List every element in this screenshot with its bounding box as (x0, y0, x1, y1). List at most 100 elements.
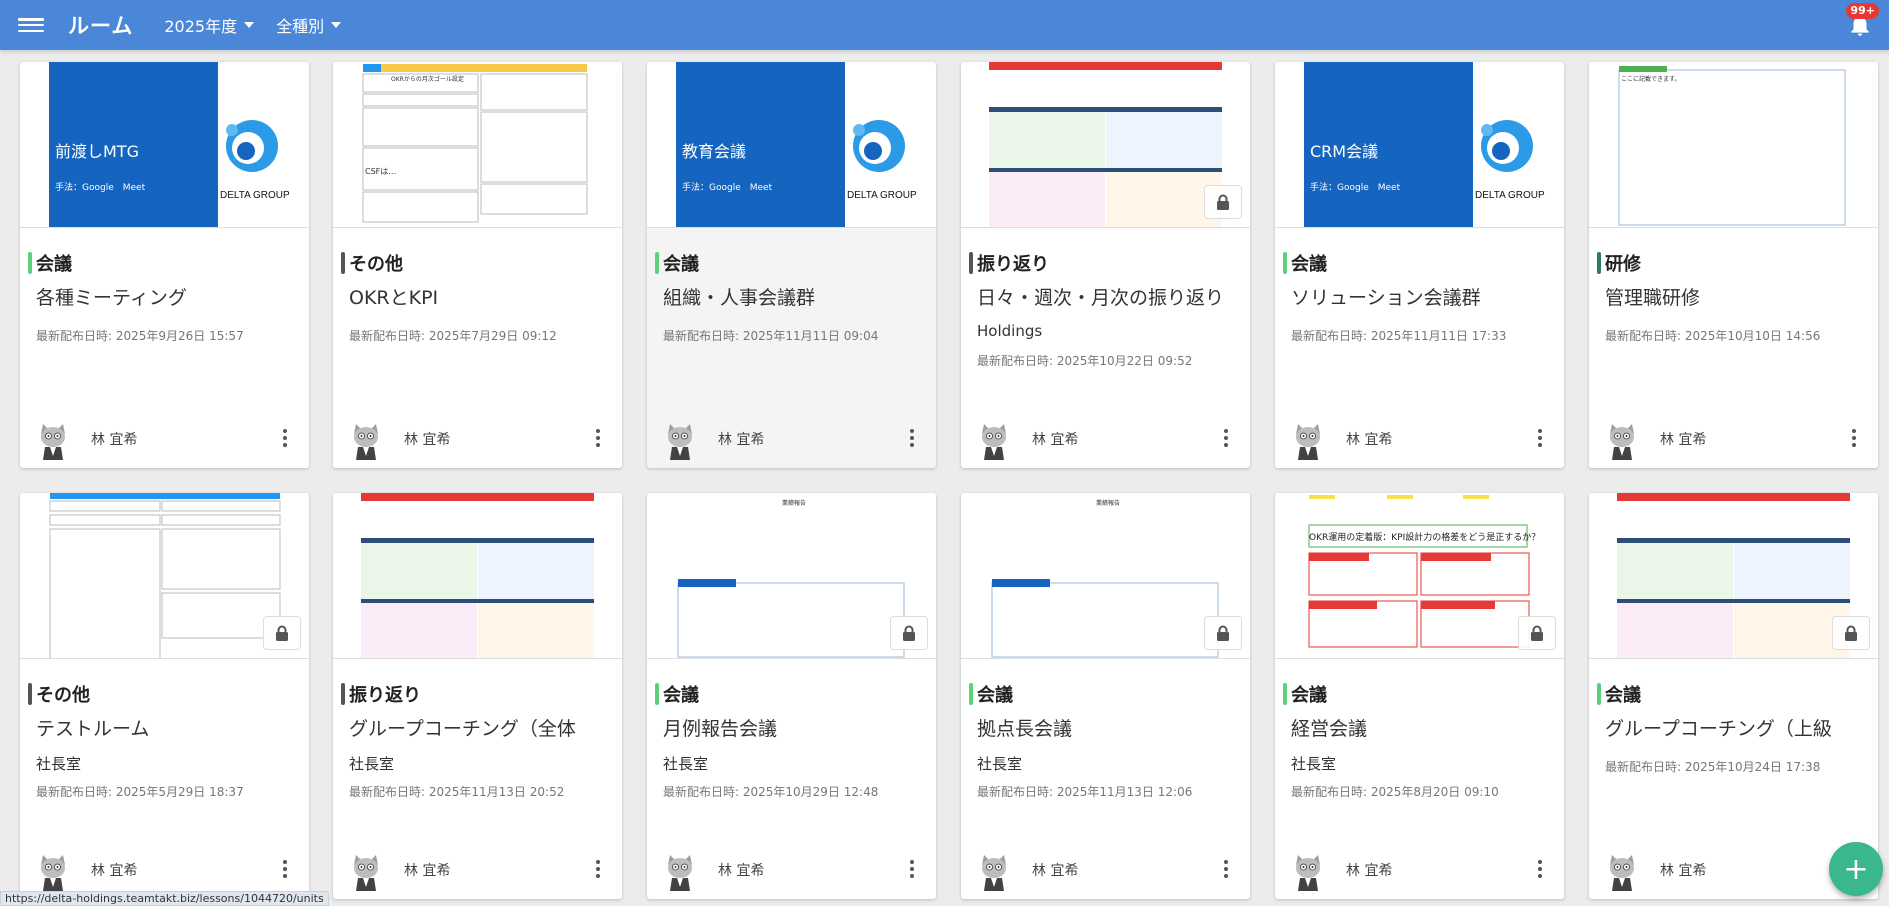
avatar (1296, 855, 1320, 891)
room-card[interactable]: OKR運用の定着版：KPI設計力の格差をどう是正するか？ 会議 経営会議 社長室… (1275, 493, 1564, 899)
avatar (668, 424, 692, 460)
latest-distribution-date: 最新配布日時: 2025年7月29日 09:12 (349, 329, 557, 343)
room-title: 組織・人事会議群 (663, 287, 816, 309)
room-title: 月例報告会議 (663, 718, 778, 740)
category-label: 会議 (655, 250, 699, 276)
category-text: 会議 (663, 685, 699, 706)
room-thumbnail: CRM会議 手法：Google Meet DELTA GROUP (1275, 62, 1564, 228)
category-color-bar (1597, 683, 1601, 705)
category-color-bar (969, 683, 973, 705)
room-title: 各種ミーティング (36, 287, 187, 309)
room-card[interactable]: 振り返り グループコーチング（全体 社長室 最新配布日時: 2025年11月13… (333, 493, 622, 899)
chevron-down-icon (331, 22, 342, 28)
year-filter-dropdown[interactable]: 2025年度 (164, 13, 255, 37)
thumbnail-title: 業績報告 (782, 500, 807, 507)
delta-logo-icon (1481, 120, 1533, 172)
category-label: その他 (28, 681, 90, 707)
room-card[interactable]: OKRからの月次ゴール設定 CSFは… その他 OKRとKPI 最新配布日時: … (333, 62, 622, 468)
room-thumbnail (333, 493, 622, 659)
latest-distribution-date: 最新配布日時: 2025年8月20日 09:10 (1291, 785, 1499, 799)
category-text: 会議 (1605, 685, 1641, 706)
lock-icon (1204, 616, 1242, 650)
more-options-icon[interactable] (1844, 424, 1864, 452)
room-thumbnail: OKR運用の定着版：KPI設計力の格差をどう是正するか？ (1275, 493, 1564, 659)
more-options-icon[interactable] (1216, 424, 1236, 452)
lock-icon (1832, 616, 1870, 650)
owner-name: 林 宜希 (1660, 863, 1707, 879)
kpt-sheet-thumbnail (361, 493, 594, 658)
room-title: 拠点長会議 (977, 718, 1073, 740)
category-label: 会議 (655, 681, 699, 707)
category-color-bar (655, 683, 659, 705)
more-options-icon[interactable] (588, 424, 608, 452)
thumbnail-subtitle: CSFは… (365, 167, 397, 176)
menu-icon[interactable] (18, 15, 44, 35)
more-options-icon[interactable] (275, 855, 295, 883)
logo-text: DELTA GROUP (1475, 190, 1545, 201)
room-card[interactable]: CRM会議 手法：Google Meet DELTA GROUP 会議 ソリュー… (1275, 62, 1564, 468)
thumbnail-subtitle: 手法：Google Meet (1310, 183, 1401, 193)
more-options-icon[interactable] (588, 855, 608, 883)
room-title: 管理職研修 (1605, 287, 1701, 309)
type-filter-dropdown[interactable]: 全種別 (276, 13, 342, 37)
chevron-down-icon (244, 22, 255, 28)
more-options-icon[interactable] (1216, 855, 1236, 883)
latest-distribution-date: 最新配布日時: 2025年11月13日 12:06 (977, 785, 1193, 799)
room-thumbnail: OKRからの月次ゴール設定 CSFは… (333, 62, 622, 228)
category-label: 振り返り (969, 250, 1049, 276)
latest-distribution-date: 最新配布日時: 2025年10月29日 12:48 (663, 785, 879, 799)
latest-distribution-date: 最新配布日時: 2025年10月24日 17:38 (1605, 760, 1821, 774)
latest-distribution-date: 最新配布日時: 2025年9月26日 15:57 (36, 329, 244, 343)
category-label: その他 (341, 250, 403, 276)
owner-name: 林 宜希 (718, 863, 765, 879)
category-label: 会議 (969, 681, 1013, 707)
notification-button[interactable]: 99+ (1846, 3, 1879, 38)
owner-name: 林 宜希 (1032, 432, 1079, 448)
category-color-bar (28, 683, 32, 705)
organization-label: 社長室 (349, 755, 395, 773)
owner-name: 林 宜希 (404, 863, 451, 879)
room-card[interactable]: その他 テストルーム 社長室 最新配布日時: 2025年5月29日 18:37 … (20, 493, 309, 899)
room-card[interactable]: 前渡しMTG 手法：Google Meet DELTA GROUP 会議 各種ミ… (20, 62, 309, 468)
room-title: OKRとKPI (349, 287, 439, 309)
more-options-icon[interactable] (275, 424, 295, 452)
category-text: 振り返り (349, 685, 421, 706)
category-text: 研修 (1605, 254, 1641, 275)
avatar (982, 424, 1006, 460)
page-title: ルーム (68, 14, 134, 38)
room-title: テストルーム (36, 718, 150, 740)
category-text: 振り返り (977, 254, 1049, 275)
room-title: グループコーチング（上級 (1605, 718, 1832, 740)
owner-name: 林 宜希 (1346, 432, 1393, 448)
room-thumbnail: 業績報告 (961, 493, 1250, 659)
add-room-button[interactable]: + (1829, 842, 1883, 896)
latest-distribution-date: 最新配布日時: 2025年11月13日 20:52 (349, 785, 565, 799)
category-color-bar (341, 683, 345, 705)
latest-distribution-date: 最新配布日時: 2025年10月22日 09:52 (977, 354, 1193, 368)
avatar (41, 424, 65, 460)
thumbnail-slide: 教育会議 手法：Google Meet (676, 62, 845, 227)
room-card[interactable]: 業績報告 会議 拠点長会議 社長室 最新配布日時: 2025年11月13日 12… (961, 493, 1250, 899)
room-card[interactable]: 業績報告 会議 月例報告会議 社長室 最新配布日時: 2025年10月29日 1… (647, 493, 936, 899)
category-color-bar (28, 252, 32, 274)
avatar (1610, 424, 1634, 460)
logo-text: DELTA GROUP (847, 190, 917, 201)
more-options-icon[interactable] (902, 424, 922, 452)
more-options-icon[interactable] (1530, 424, 1550, 452)
more-options-icon[interactable] (1530, 855, 1550, 883)
category-label: 振り返り (341, 681, 421, 707)
room-card[interactable]: 振り返り 日々・週次・月次の振り返り Holdings 最新配布日時: 2025… (961, 62, 1250, 468)
room-card[interactable]: ここに記載できます。 研修 管理職研修 最新配布日時: 2025年10月10日 … (1589, 62, 1878, 468)
lock-icon (1518, 616, 1556, 650)
room-card[interactable]: 会議 グループコーチング（上級 最新配布日時: 2025年10月24日 17:3… (1589, 493, 1878, 899)
more-options-icon[interactable] (902, 855, 922, 883)
avatar (354, 855, 378, 891)
avatar (982, 855, 1006, 891)
owner-name: 林 宜希 (91, 863, 138, 879)
organization-label: 社長室 (977, 755, 1023, 773)
delta-logo-icon (853, 120, 905, 172)
avatar (1296, 424, 1320, 460)
category-text: その他 (36, 685, 90, 706)
room-card[interactable]: 教育会議 手法：Google Meet DELTA GROUP 会議 組織・人事… (647, 62, 936, 468)
room-thumbnail: 教育会議 手法：Google Meet DELTA GROUP (647, 62, 936, 228)
